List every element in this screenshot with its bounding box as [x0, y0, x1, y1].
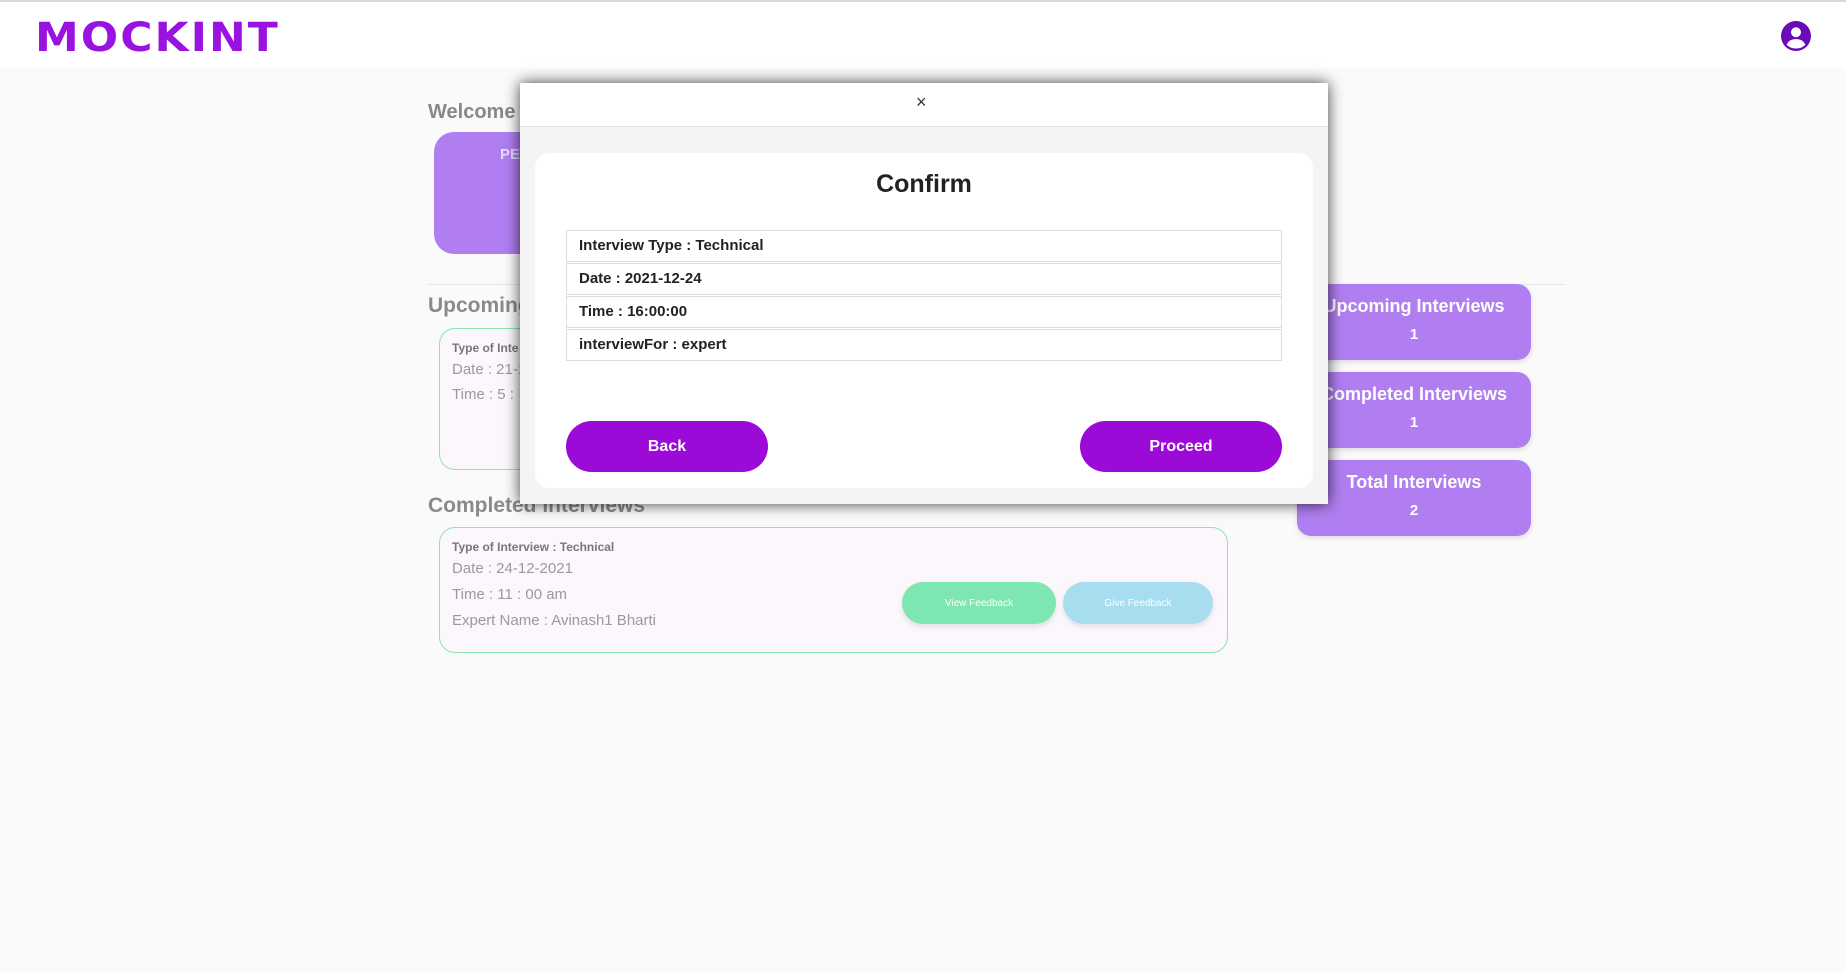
completed-interview-card: Type of Interview : Technical Date : 24-…	[439, 527, 1228, 653]
completed-interviews-stat: Completed Interviews 1	[1297, 372, 1531, 448]
detail-interview-type: Interview Type : Technical	[566, 230, 1282, 262]
stat-count: 1	[1409, 326, 1419, 343]
stat-count: 2	[1409, 502, 1419, 519]
give-feedback-button[interactable]: Give Feedback	[1063, 582, 1213, 624]
view-feedback-button[interactable]: View Feedback	[902, 582, 1056, 624]
stat-title: Completed Interviews	[1320, 384, 1508, 404]
logo[interactable]: MOCKINT	[35, 14, 280, 61]
account-circle-icon[interactable]	[1781, 21, 1811, 51]
upcoming-date: Date : 21-1	[452, 361, 527, 378]
completed-expert: Expert Name : Avinash1 Bharti	[452, 612, 656, 629]
welcome-heading: Welcome A	[428, 101, 535, 123]
completed-date: Date : 24-12-2021	[452, 560, 573, 577]
navbar: MOCKINT	[0, 2, 1846, 68]
proceed-button[interactable]: Proceed	[1080, 421, 1282, 472]
completed-time: Time : 11 : 00 am	[452, 586, 568, 603]
detail-time: Time : 16:00:00	[566, 296, 1282, 328]
stat-title: Total Interviews	[1346, 472, 1482, 492]
total-interviews-stat: Total Interviews 2	[1297, 460, 1531, 536]
detail-interview-for: interviewFor : expert	[566, 329, 1282, 361]
modal-header: ×	[520, 83, 1328, 127]
upcoming-type: Type of Inte	[452, 341, 519, 355]
back-button[interactable]: Back	[566, 421, 768, 472]
stat-title: Upcoming Interviews	[1323, 296, 1505, 316]
completed-type: Type of Interview : Technical	[452, 540, 615, 554]
detail-date: Date : 2021-12-24	[566, 263, 1282, 295]
confirm-modal: × Confirm Interview Type : Technical Dat…	[520, 83, 1328, 504]
modal-title: Confirm	[876, 170, 972, 198]
upcoming-section-title: Upcoming	[428, 294, 531, 317]
upcoming-interviews-stat: Upcoming Interviews 1	[1297, 284, 1531, 360]
pending-card-label: PE	[500, 146, 521, 163]
close-icon[interactable]: ×	[916, 92, 927, 113]
stat-count: 1	[1409, 414, 1419, 431]
upcoming-time: Time : 5 :	[452, 386, 514, 403]
